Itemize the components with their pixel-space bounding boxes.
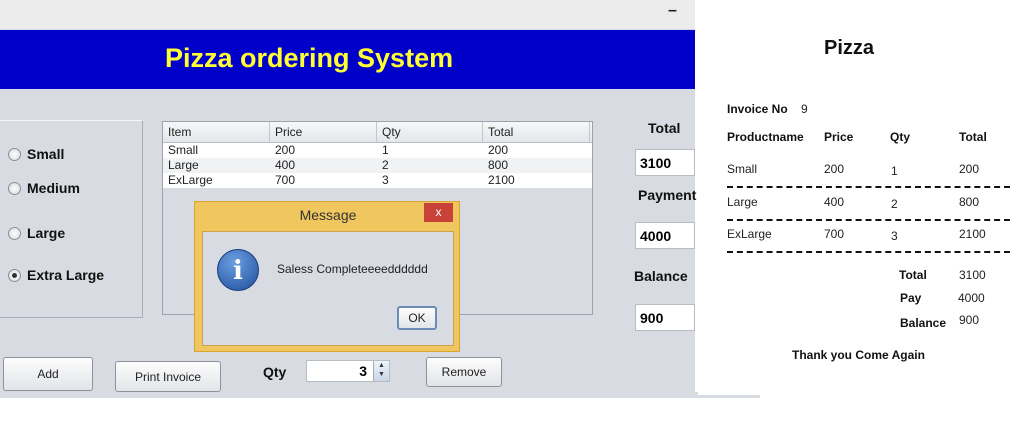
radio-icon xyxy=(8,147,21,161)
receipt-cell: 2 xyxy=(891,197,898,211)
radio-icon xyxy=(8,226,21,240)
cell: 1 xyxy=(382,143,389,157)
cell: 2 xyxy=(382,158,389,172)
radio-extra-large[interactable]: Extra Large xyxy=(8,267,104,283)
divider xyxy=(727,219,1010,221)
receipt-cell: Small xyxy=(727,162,758,176)
receipt-cell: 200 xyxy=(959,162,980,176)
remove-button[interactable]: Remove xyxy=(426,357,502,387)
receipt-cell: 800 xyxy=(959,195,980,209)
column-header[interactable]: Item xyxy=(163,122,270,142)
cell: 200 xyxy=(488,143,509,157)
column-header[interactable]: Total xyxy=(483,122,590,142)
title-bar: – xyxy=(0,0,695,29)
cell: 3 xyxy=(382,173,389,187)
receipt-header: Price xyxy=(824,130,854,144)
table-header: Item Price Qty Total xyxy=(163,122,592,143)
receipt-header: Total xyxy=(959,130,987,144)
cell: 2100 xyxy=(488,173,515,187)
receipt-cell: Large xyxy=(727,195,758,209)
table-row[interactable]: Small 200 1 200 xyxy=(163,143,592,158)
qty-label: Qty xyxy=(263,364,287,380)
close-button[interactable]: x xyxy=(424,203,453,222)
receipt-cell: 2100 xyxy=(959,227,986,241)
invoice-no-label: Invoice No xyxy=(727,102,788,116)
column-header[interactable]: Qty xyxy=(377,122,483,142)
radio-label: Extra Large xyxy=(27,267,105,283)
dialog-message: Saless Completeeeedddddd xyxy=(277,262,428,276)
column-header[interactable]: Price xyxy=(270,122,377,142)
message-dialog: Message x i Saless Completeeeedddddd OK xyxy=(194,201,460,352)
dialog-body: i Saless Completeeeedddddd OK xyxy=(202,231,454,346)
info-icon: i xyxy=(217,249,259,291)
payment-field[interactable]: 4000 xyxy=(635,222,695,249)
balance-label: Balance xyxy=(634,268,688,284)
receipt-pay: 4000 xyxy=(958,291,985,305)
minimize-button[interactable]: – xyxy=(668,2,677,20)
radio-medium[interactable]: Medium xyxy=(8,180,80,196)
table-row[interactable]: Large 400 2 800 xyxy=(163,158,592,173)
receipt-header: Productname xyxy=(727,130,804,144)
total-label: Total xyxy=(648,120,681,136)
receipt-total-label: Total xyxy=(899,268,927,282)
receipt-title: Pizza xyxy=(824,37,875,59)
stepper-arrows-icon[interactable]: ▲ ▼ xyxy=(373,361,389,381)
receipt-cell: 1 xyxy=(891,164,898,178)
radio-small[interactable]: Small xyxy=(8,146,64,162)
cell: 800 xyxy=(488,158,509,172)
print-invoice-button[interactable]: Print Invoice xyxy=(115,361,221,392)
radio-label: Small xyxy=(27,146,65,162)
balance-field[interactable]: 900 xyxy=(635,304,695,331)
table-row[interactable]: ExLarge 700 3 2100 xyxy=(163,173,592,188)
receipt-total: 3100 xyxy=(959,268,986,282)
cell: Large xyxy=(168,158,199,172)
receipt-balance-label: Balance xyxy=(900,316,947,330)
divider xyxy=(727,251,1010,253)
radio-label: Large xyxy=(27,225,66,241)
divider xyxy=(727,186,1010,188)
invoice-no: 9 xyxy=(801,102,808,116)
dialog-title: Message xyxy=(299,207,357,223)
cell: 200 xyxy=(275,143,296,157)
receipt-footer: Thank you Come Again xyxy=(792,348,925,362)
receipt-cell: 700 xyxy=(824,227,845,241)
cell: 400 xyxy=(275,158,296,172)
receipt-balance: 900 xyxy=(959,313,980,327)
banner: Pizza ordering System xyxy=(0,30,695,89)
banner-title: Pizza ordering System xyxy=(165,43,454,73)
radio-large[interactable]: Large xyxy=(8,225,65,241)
radio-label: Medium xyxy=(27,180,80,196)
receipt-pay-label: Pay xyxy=(900,291,922,305)
radio-icon xyxy=(8,181,21,195)
total-field[interactable]: 3100 xyxy=(635,149,695,176)
add-button[interactable]: Add xyxy=(3,357,93,391)
ok-button[interactable]: OK xyxy=(397,306,437,330)
payment-label: Payment xyxy=(638,187,697,203)
receipt-cell: 200 xyxy=(824,162,845,176)
radio-selected-icon xyxy=(8,268,21,282)
receipt-cell: 3 xyxy=(891,229,898,243)
receipt-cell: 400 xyxy=(824,195,845,209)
cell: ExLarge xyxy=(168,173,213,187)
app-window: – Pizza ordering System Small Medium Lar… xyxy=(0,0,697,398)
cell: 700 xyxy=(275,173,296,187)
cell: Small xyxy=(168,143,199,157)
receipt-cell: ExLarge xyxy=(727,227,772,241)
receipt-header: Qty xyxy=(890,130,911,144)
